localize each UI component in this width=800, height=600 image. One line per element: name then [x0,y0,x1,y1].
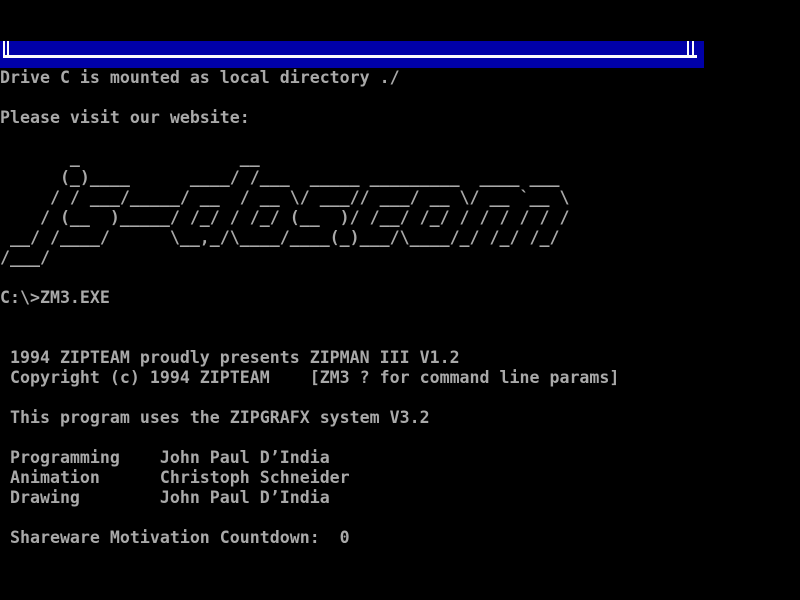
engine-line: This program uses the ZIPGRAFX system V3… [0,408,800,428]
window-border-right-inner [687,41,689,55]
blank-line [0,268,800,288]
blank-line [0,428,800,448]
dos-emulator-screen[interactable]: Drive C is mounted as local directory ./… [0,0,800,600]
copyright-line: Copyright (c) 1994 ZIPTEAM [ZM3 ? for co… [0,368,800,388]
credit-programming: Programming John Paul D’India [0,448,800,468]
credit-animation: Animation Christoph Schneider [0,468,800,488]
website-message: Please visit our website: [0,108,800,128]
ascii-logo-line: /___/ [0,248,800,268]
command-prompt-line: C:\>ZM3.EXE [0,288,800,308]
ascii-logo-line: (_)____ ____/ /___ _____ _________ ____ … [0,168,800,188]
blank-line [0,388,800,408]
presents-line: 1994 ZIPTEAM proudly presents ZIPMAN III… [0,348,800,368]
ascii-logo-line: / (__ )_____/ /_/ / /_/ (__ )/ /__/ /_/ … [0,208,800,228]
blank-line [0,88,800,108]
blank-line [0,508,800,528]
ascii-logo-line: _ __ [0,148,800,168]
window-border-left-inner [7,41,9,55]
ascii-logo-line: __/ /____/ \__,_/\____/____(_)___/\____/… [0,228,800,248]
blank-line [0,328,800,348]
mount-message: Drive C is mounted as local directory ./ [0,68,800,88]
ascii-logo-line: / / ___/_____/ __ / __ \/ ___// ___/ __ … [0,188,800,208]
status-window-remnant [0,0,800,70]
credit-drawing: Drawing John Paul D’India [0,488,800,508]
countdown-line: Shareware Motivation Countdown: 0 [0,528,800,548]
blank-line [0,308,800,328]
window-border-bottom [3,55,697,58]
blank-line [0,128,800,148]
terminal-output: Drive C is mounted as local directory ./… [0,68,800,548]
